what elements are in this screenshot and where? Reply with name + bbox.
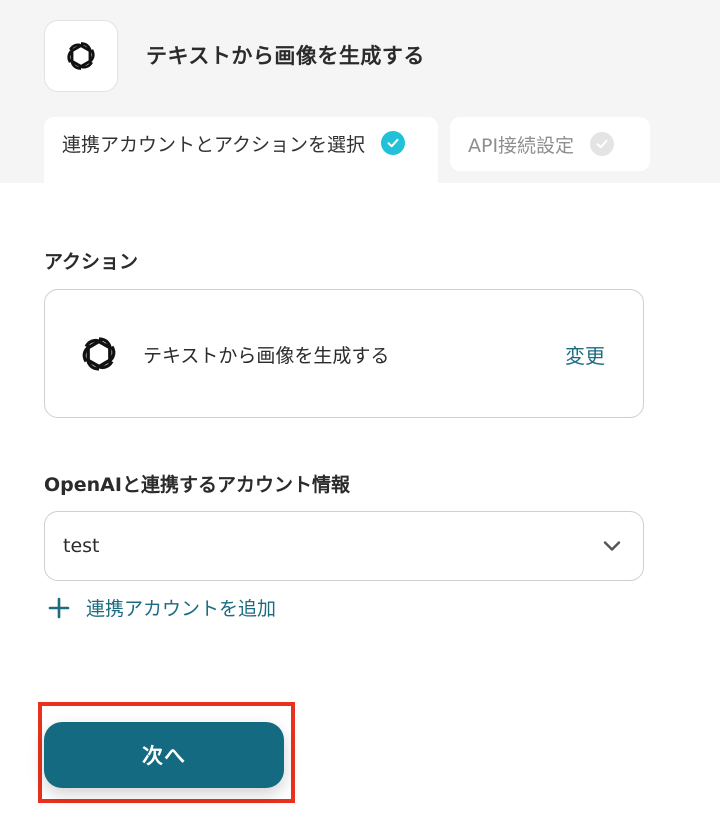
plus-icon [48,597,70,619]
tab-api-settings[interactable]: API接続設定 [450,117,650,171]
check-icon [381,131,406,155]
app-icon-container [44,20,118,92]
tab-select-account-action[interactable]: 連携アカウントとアクションを選択 [44,117,438,183]
openai-logo-icon [67,42,95,70]
check-icon [590,132,615,156]
account-section-label: OpenAIと連携するアカウント情報 [44,474,350,496]
action-section-label: アクション [44,251,139,273]
tab-label: API接続設定 [468,134,575,157]
next-button[interactable]: 次へ [44,722,284,788]
account-select[interactable]: test [44,511,644,581]
add-account-label: 連携アカウントを追加 [86,598,277,620]
page-title: テキストから画像を生成する [146,44,425,68]
chevron-down-icon [603,541,621,551]
tab-label: 連携アカウントとアクションを選択 [62,133,366,156]
selected-account-value: test [63,535,100,557]
change-action-link[interactable]: 変更 [565,340,605,369]
openai-logo-icon [82,337,116,371]
action-name: テキストから画像を生成する [143,345,390,367]
action-card: テキストから画像を生成する 変更 [44,289,644,418]
add-account-link[interactable]: 連携アカウントを追加 [48,594,276,621]
